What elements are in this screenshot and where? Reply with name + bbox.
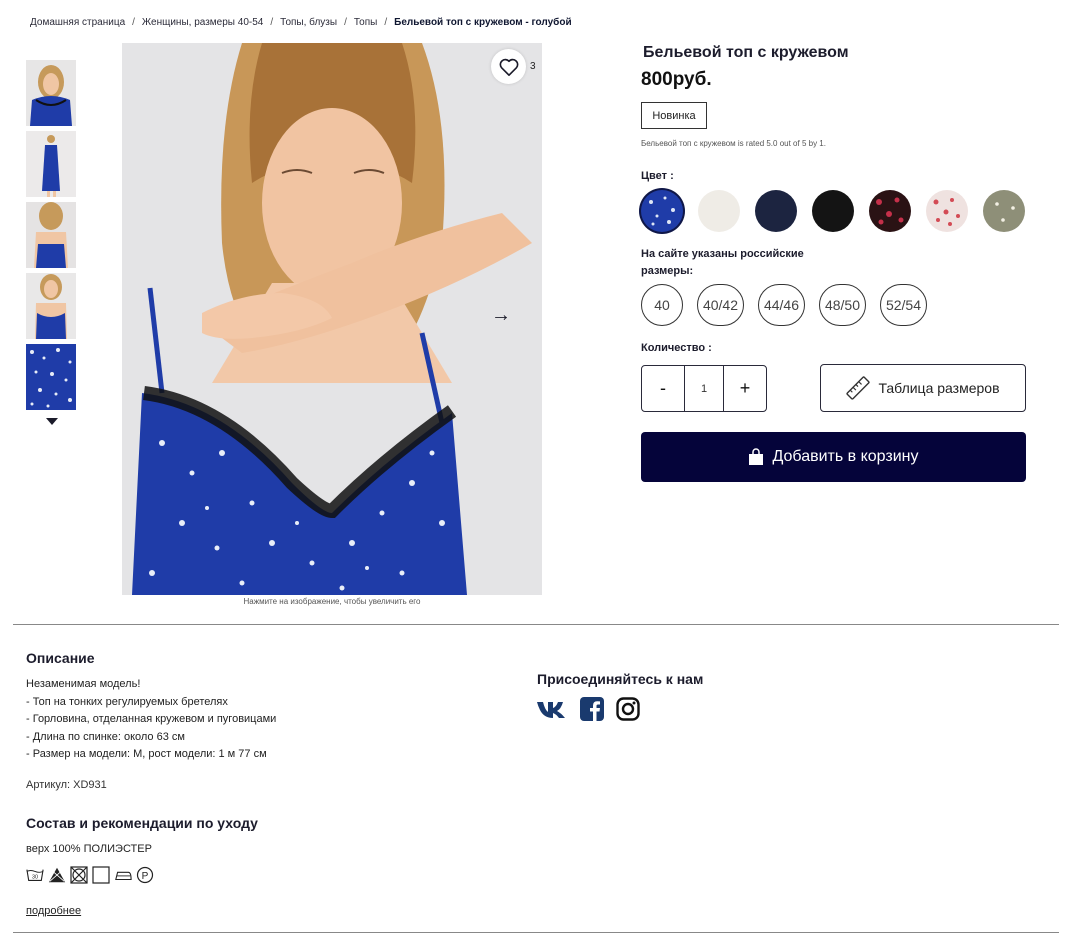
no-bleach-icon [48, 866, 66, 884]
new-badge: Новинка [641, 102, 707, 129]
dry-icon [92, 866, 110, 884]
size-options: 40 40/42 44/46 48/50 52/54 [641, 284, 927, 326]
vk-icon[interactable] [536, 698, 568, 720]
thumbnail-1[interactable] [26, 60, 76, 126]
rating-text: Бельевой топ с кружевом is rated 5.0 out… [641, 139, 826, 148]
thumbnail-4[interactable] [26, 273, 76, 339]
zoom-hint: Нажмите на изображение, чтобы увеличить … [243, 597, 421, 606]
color-swatch-white-red-floral[interactable] [926, 190, 968, 232]
article-number: Артикул: XD931 [26, 779, 107, 791]
color-swatch-navy[interactable] [755, 190, 797, 232]
thumbnail-3[interactable] [26, 202, 76, 268]
color-swatch-khaki[interactable] [983, 190, 1025, 232]
thumbnail-image [26, 131, 76, 197]
thumbnail-list [26, 60, 76, 425]
product-price: 800руб. [641, 69, 712, 90]
breadcrumb-tops[interactable]: Топы [354, 17, 378, 28]
favorite-count: 3 [530, 61, 536, 72]
floral-pattern [649, 196, 675, 226]
thumbnail-image [26, 60, 76, 126]
product-photo [122, 43, 542, 595]
size-option-40[interactable]: 40 [641, 284, 683, 326]
size-option-44-46[interactable]: 44/46 [758, 284, 805, 326]
breadcrumb: Домашняя страница / Женщины, размеры 40-54… [30, 17, 572, 28]
color-swatch-black[interactable] [812, 190, 854, 232]
description-heading: Описание [26, 650, 95, 666]
quantity-label: Количество : [641, 342, 712, 354]
care-heading: Состав и рекомендации по уходу [26, 815, 258, 831]
product-main-image[interactable] [122, 43, 542, 595]
breadcrumb-separator: / [132, 17, 135, 28]
wash-temperature: 30 [32, 875, 38, 881]
color-swatch-ivory[interactable] [698, 190, 740, 232]
size-option-52-54[interactable]: 52/54 [880, 284, 927, 326]
breadcrumb-tops-blouses[interactable]: Топы, блузы [280, 17, 337, 28]
next-image-arrow-icon[interactable]: → [491, 304, 511, 327]
thumbnail-image [26, 202, 76, 268]
divider [13, 932, 1059, 933]
description-text: Незаменимая модель! - Топ на тонких регу… [26, 676, 276, 764]
quantity-stepper: - 1 + [641, 365, 767, 412]
heart-icon [499, 58, 518, 76]
description-line: - Размер на модели: M, рост модели: 1 м … [26, 748, 267, 760]
quantity-decrease-button[interactable]: - [642, 366, 684, 411]
breadcrumb-separator: / [384, 17, 388, 28]
quantity-input[interactable]: 1 [684, 366, 724, 411]
size-option-48-50[interactable]: 48/50 [819, 284, 866, 326]
quantity-increase-button[interactable]: + [724, 366, 766, 411]
color-swatch-black-red-floral[interactable] [869, 190, 911, 232]
thumbnail-image [26, 344, 76, 410]
description-line: - Топ на тонких регулируемых бретелях [26, 695, 228, 708]
breadcrumb-home[interactable]: Домашняя страница [30, 17, 125, 28]
floral-pattern [933, 198, 960, 226]
product-title: Бельевой топ с кружевом [643, 44, 849, 61]
ruler-icon [846, 376, 871, 400]
social-heading: Присоединяйтесь к нам [537, 671, 704, 687]
thumbnail-image [26, 273, 76, 339]
material-text: верх 100% ПОЛИЭСТЕР [26, 843, 152, 855]
instagram-icon[interactable] [616, 697, 640, 721]
description-line: Незаменимая модель! [26, 678, 141, 690]
add-to-cart-label: Добавить в корзину [772, 448, 919, 465]
shopping-bag-icon [749, 448, 764, 465]
breadcrumb-current: Бельевой топ с кружевом - голубой [394, 17, 572, 28]
thumbnail-5[interactable] [26, 344, 76, 410]
divider [13, 624, 1059, 625]
iron-icon [114, 866, 132, 884]
facebook-icon[interactable] [580, 697, 604, 721]
color-swatch-blue-floral[interactable] [641, 190, 683, 232]
favorite-button[interactable] [491, 49, 526, 84]
description-line: - Горловина, отделанная кружевом и пугов… [26, 713, 277, 725]
wash-30-icon: 30 [26, 866, 44, 884]
floral-pattern [876, 197, 904, 225]
care-icons: 30 P [26, 866, 154, 884]
breadcrumb-separator: / [270, 17, 274, 28]
size-label: На сайте указаны российские размеры: [641, 248, 804, 277]
dry-clean-p-icon: P [136, 866, 154, 884]
thumbnail-2[interactable] [26, 131, 76, 197]
more-details-link[interactable]: подробнее [26, 905, 81, 917]
social-links [536, 697, 640, 721]
add-to-cart-button[interactable]: Добавить в корзину [641, 432, 1026, 482]
size-table-button[interactable]: Таблица размеров [820, 364, 1026, 412]
color-label: Цвет : [641, 170, 674, 182]
breadcrumb-separator: / [344, 17, 347, 28]
color-swatches [641, 190, 1025, 232]
size-option-40-42[interactable]: 40/42 [697, 284, 744, 326]
svg-text:P: P [142, 871, 149, 882]
floral-pattern [995, 202, 1015, 222]
no-tumble-dry-icon [70, 866, 88, 884]
chevron-down-icon[interactable] [46, 418, 58, 425]
breadcrumb-women[interactable]: Женщины, размеры 40-54 [142, 17, 263, 28]
description-line: - Длина по спинке: около 63 см [26, 730, 185, 743]
size-table-label: Таблица размеров [878, 380, 1000, 396]
